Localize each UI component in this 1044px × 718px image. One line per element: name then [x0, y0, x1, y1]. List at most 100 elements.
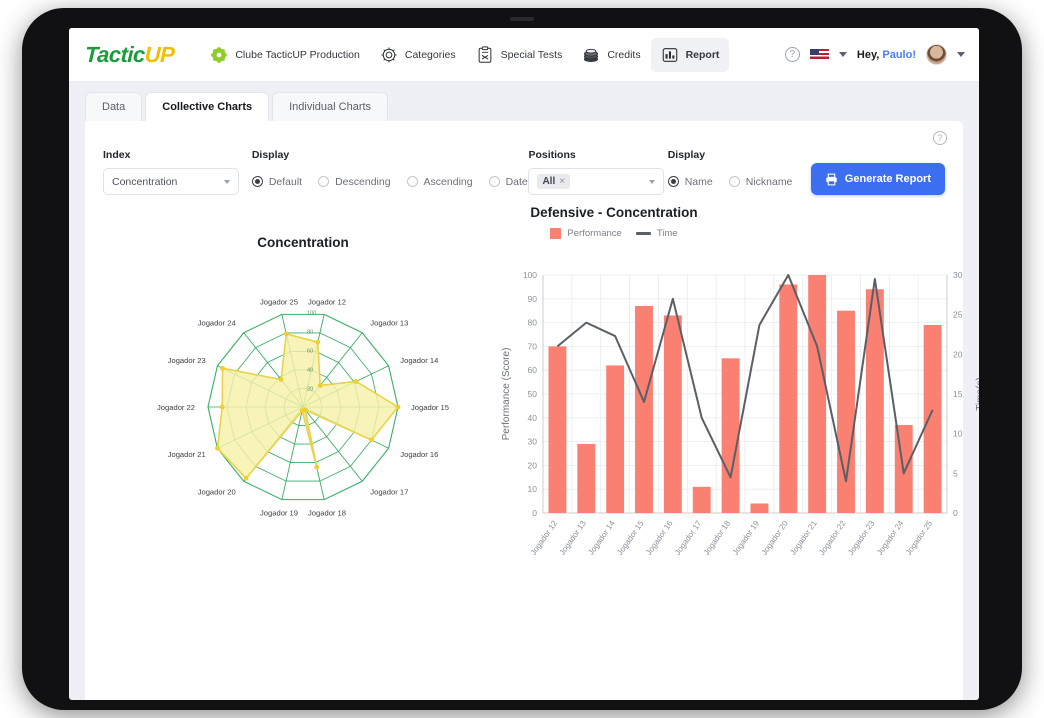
radar-tick-label: 40: [307, 368, 313, 374]
language-chevron-down-icon[interactable]: [838, 52, 847, 57]
radar-tick-label: 60: [307, 349, 313, 355]
bar-chart-title: Defensive - Concentration: [530, 205, 698, 220]
x-axis-tick-label: Jogador 13: [558, 519, 589, 557]
radio-ascending[interactable]: Ascending: [406, 175, 473, 188]
legend-label: Performance: [567, 228, 622, 239]
greeting-username: Paulo!: [882, 48, 916, 61]
radar-data-point[interactable]: [220, 365, 225, 371]
nav-item-label: Special Tests: [500, 48, 563, 61]
radio-label: Ascending: [423, 175, 473, 188]
filter-toolbar: Index Concentration Display Default Desc…: [103, 133, 945, 195]
y-axis-right-tick-label: 15: [953, 389, 963, 399]
avatar[interactable]: [926, 44, 947, 65]
radar-data-point[interactable]: [219, 404, 225, 410]
nav-item-clube[interactable]: Clube TacticUP Production: [200, 38, 370, 72]
nav-item-report[interactable]: Report: [650, 37, 730, 72]
radio-nickname[interactable]: Nickname: [728, 176, 792, 188]
radar-category-label: Jogador 19: [260, 508, 298, 517]
radar-data-point[interactable]: [369, 437, 374, 443]
legend-line-time: [635, 232, 651, 235]
radar-data-point[interactable]: [353, 379, 359, 384]
card-help-icon[interactable]: ?: [933, 131, 947, 145]
radar-data-point[interactable]: [299, 408, 305, 414]
x-axis-tick-label: Jogador 20: [760, 519, 791, 557]
account-chevron-down-icon[interactable]: [957, 52, 965, 57]
nav-item-categories[interactable]: Categories: [370, 38, 466, 72]
radar-data-point[interactable]: [315, 339, 321, 345]
x-axis-tick-label: Jogador 16: [644, 519, 675, 557]
radio-indicator: [488, 176, 500, 187]
nav-item-credits[interactable]: Credits: [572, 38, 650, 72]
legend-item-time[interactable]: Time: [635, 228, 678, 239]
bar[interactable]: [923, 324, 942, 513]
y-axis-right-title: Time(s): [975, 377, 979, 411]
help-icon[interactable]: ?: [784, 47, 800, 62]
y-axis-left-tick-label: 70: [528, 341, 538, 351]
radar-data-point[interactable]: [243, 475, 249, 481]
legend-label: Time: [656, 228, 678, 239]
radio-date[interactable]: Date: [488, 176, 528, 188]
radar-chart-panel: Concentration 20 40 60 80 100 Jogador 12 Jogad…: [103, 235, 503, 542]
tab-collective-charts[interactable]: Collective Charts: [145, 92, 270, 121]
filter-display-order: Display Default Descending Ascending Dat…: [251, 149, 529, 195]
bar[interactable]: [808, 275, 827, 513]
bar[interactable]: [779, 284, 798, 513]
radar-chart-svg: 20 40 60 80 100 Jogador 12 Jogador 13 Jogador 1…: [157, 298, 449, 518]
generate-report-button[interactable]: Generate Report: [810, 163, 945, 195]
bar[interactable]: [750, 503, 769, 513]
positions-chip-label: All: [542, 176, 556, 187]
greeting-text: Hey, Paulo!: [857, 49, 916, 61]
printer-icon: [826, 173, 837, 185]
positions-chip[interactable]: All ×: [537, 174, 571, 189]
radar-data-point[interactable]: [395, 404, 401, 410]
close-icon[interactable]: ×: [559, 176, 565, 187]
bar[interactable]: [692, 486, 711, 513]
chevron-down-icon: [224, 179, 230, 184]
index-select[interactable]: Concentration: [103, 168, 239, 195]
tab-individual-charts[interactable]: Individual Charts: [272, 92, 389, 121]
tab-data[interactable]: Data: [85, 92, 143, 121]
bar[interactable]: [721, 358, 740, 513]
filter-display-name: Display Name Nickname: [667, 149, 811, 195]
radio-descending[interactable]: Descending: [318, 176, 391, 188]
radar-tick-label: 20: [307, 387, 313, 393]
nav-item-label: Categories: [404, 48, 456, 61]
radar-data-point[interactable]: [215, 445, 220, 451]
positions-select[interactable]: All ×: [528, 168, 665, 195]
radar-category-label: Jogador 12: [308, 298, 346, 307]
radar-data-point[interactable]: [278, 377, 284, 382]
radio-indicator: [728, 176, 740, 187]
y-axis-left-tick-label: 80: [528, 318, 538, 328]
legend-item-performance[interactable]: Performance: [550, 228, 622, 239]
bar[interactable]: [635, 305, 653, 513]
nav-item-label: Report: [685, 48, 720, 61]
x-axis-tick-label: Jogador 18: [702, 519, 733, 557]
radar-data-point[interactable]: [283, 331, 289, 337]
bar[interactable]: [577, 443, 596, 513]
y-axis-right-tick-label: 5: [953, 468, 958, 478]
y-axis-right-tick-label: 25: [953, 310, 963, 320]
x-axis-tick-label: Jogador 25: [904, 519, 935, 557]
radio-default[interactable]: Default: [251, 176, 302, 188]
us-flag-icon[interactable]: [809, 48, 829, 61]
radio-name[interactable]: Name: [667, 175, 713, 188]
positions-label: Positions: [528, 149, 576, 161]
radio-label: Name: [684, 175, 713, 188]
x-axis-tick-label: Jogador 12: [529, 519, 560, 557]
radar-data-polygon: [216, 332, 400, 480]
radar-chart-title: Concentration: [257, 235, 349, 250]
bar[interactable]: [663, 315, 682, 513]
bar[interactable]: [606, 365, 625, 513]
radar-category-label: Jogador 13: [370, 319, 408, 328]
radar-data-point[interactable]: [317, 383, 323, 388]
brand-logo[interactable]: TacticUP: [85, 42, 175, 68]
y-axis-right-tick-label: 20: [953, 349, 963, 359]
bar[interactable]: [548, 346, 567, 513]
nav-item-label: Clube TacticUP Production: [235, 48, 360, 61]
y-axis-left-tick-label: 40: [528, 413, 538, 423]
y-axis-left-tick-label: 50: [528, 389, 538, 399]
nav-item-special-tests[interactable]: Special Tests: [466, 38, 573, 72]
radar-data-point[interactable]: [314, 464, 320, 470]
bar[interactable]: [837, 310, 855, 513]
filter-index: Index Concentration: [103, 149, 252, 195]
